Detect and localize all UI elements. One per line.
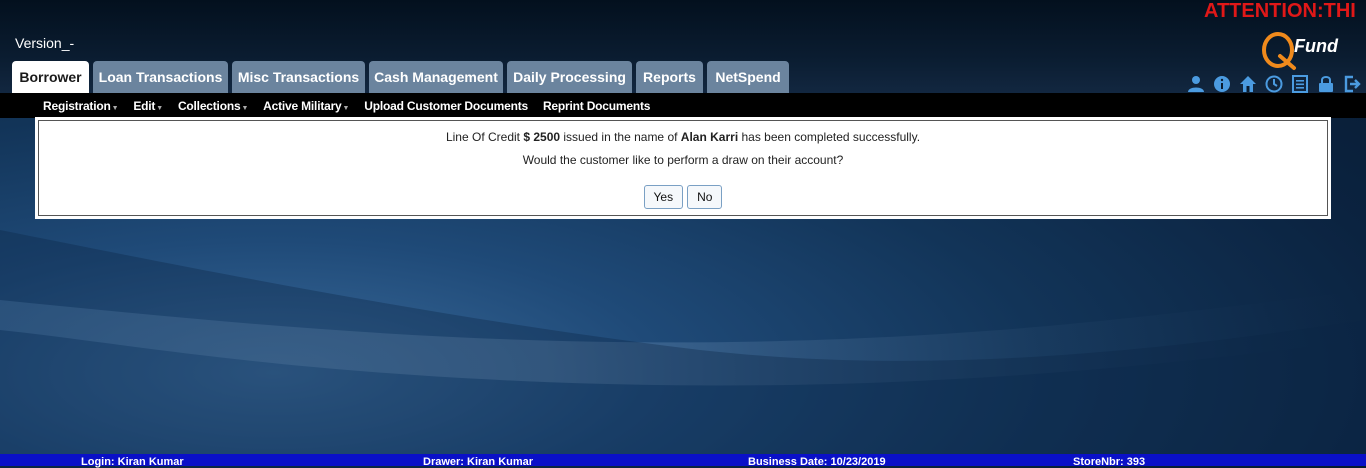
confirmation-dialog: Line Of Credit $ 2500 issued in the name… xyxy=(35,117,1331,219)
tab-cash-management[interactable]: Cash Management xyxy=(369,61,503,93)
home-icon[interactable] xyxy=(1238,74,1258,94)
info-icon[interactable] xyxy=(1212,74,1232,94)
menu-upload-customer-documents[interactable]: Upload Customer Documents xyxy=(364,99,528,113)
loan-amount: $ 2500 xyxy=(523,130,561,144)
chevron-down-icon: ▼ xyxy=(241,104,249,112)
logout-icon[interactable] xyxy=(1342,74,1362,94)
chevron-down-icon: ▼ xyxy=(342,104,350,112)
toolbar-icons xyxy=(1186,74,1362,94)
logo-text: Fund xyxy=(1294,36,1339,56)
draw-question: Would the customer like to perform a dra… xyxy=(522,153,844,167)
qfund-logo: Fund xyxy=(1258,28,1362,72)
chevron-down-icon: ▼ xyxy=(111,104,119,112)
sub-menu-bar: Registration▼ Edit▼ Collections▼ Active … xyxy=(0,93,1366,118)
menu-collections[interactable]: Collections▼ xyxy=(178,99,248,113)
tab-misc-transactions[interactable]: Misc Transactions xyxy=(232,61,365,93)
main-tabs: Borrower Loan Transactions Misc Transact… xyxy=(12,61,789,93)
tab-daily-processing[interactable]: Daily Processing xyxy=(507,61,632,93)
version-label: Version_- xyxy=(15,35,75,51)
chevron-down-icon: ▼ xyxy=(156,104,163,112)
yes-button[interactable]: Yes xyxy=(643,185,684,209)
tab-reports[interactable]: Reports xyxy=(636,61,703,93)
lock-icon[interactable] xyxy=(1316,74,1336,94)
attention-banner: ATTENTION:THI xyxy=(1204,0,1356,22)
store-number: StoreNbr: 393 xyxy=(1073,456,1146,468)
success-message: Line Of Credit $ 2500 issued in the name… xyxy=(445,130,921,144)
no-button[interactable]: No xyxy=(687,185,723,209)
tab-loan-transactions[interactable]: Loan Transactions xyxy=(93,61,228,93)
menu-edit[interactable]: Edit▼ xyxy=(133,99,163,113)
customer-name: Alan Karri xyxy=(680,130,739,144)
drawer-info: Drawer: Kiran Kumar xyxy=(423,456,534,468)
login-info: Login: Kiran Kumar xyxy=(81,456,184,468)
list-icon[interactable] xyxy=(1290,74,1310,94)
user-icon[interactable] xyxy=(1186,74,1206,94)
clock-icon[interactable] xyxy=(1264,74,1284,94)
tab-netspend[interactable]: NetSpend xyxy=(707,61,789,93)
menu-active-military[interactable]: Active Military▼ xyxy=(263,99,349,113)
tab-borrower[interactable]: Borrower xyxy=(12,61,89,93)
status-footer: Login: Kiran Kumar Drawer: Kiran Kumar B… xyxy=(0,454,1366,468)
menu-reprint-documents[interactable]: Reprint Documents xyxy=(543,99,650,113)
menu-registration[interactable]: Registration▼ xyxy=(43,99,119,113)
app-header: ATTENTION:THI Version_- Fund Borrower Lo… xyxy=(0,0,1366,93)
business-date: Business Date: 10/23/2019 xyxy=(748,456,886,468)
